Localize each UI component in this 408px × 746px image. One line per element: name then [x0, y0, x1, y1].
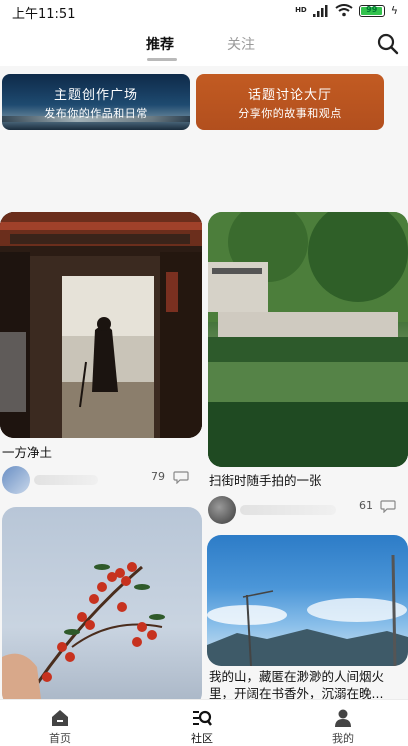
signal-icon	[312, 4, 328, 17]
home-icon	[52, 710, 68, 726]
nav-label: 我的	[332, 732, 354, 745]
nav-community[interactable]: 社区	[162, 700, 242, 746]
community-icon	[193, 710, 212, 726]
wifi-icon	[335, 4, 353, 17]
banner-subtitle: 发布你的作品和日常	[44, 107, 148, 120]
battery-percent: 99	[366, 4, 378, 14]
comment-icon[interactable]	[173, 471, 189, 484]
post-title[interactable]: 一方净土	[2, 444, 52, 461]
top-tab-bar: 推荐 关注	[0, 24, 408, 66]
author-name-blurred	[240, 505, 336, 515]
comment-icon[interactable]	[380, 500, 396, 513]
charging-icon: ϟ	[390, 4, 398, 17]
post-feed[interactable]: 一方净土 79 扫街时随手拍的一张 61 我的山，藏匿在渺渺的人间烟火里，开阔在…	[0, 206, 408, 699]
post-image-canal[interactable]	[208, 212, 408, 467]
status-time: 上午11:51	[12, 7, 76, 22]
like-count: 61	[359, 499, 373, 512]
battery-icon: 99	[358, 4, 385, 17]
active-tab-indicator	[147, 58, 177, 61]
temple-doorway-photo	[0, 212, 202, 438]
tab-follow[interactable]: 关注	[227, 34, 255, 54]
user-icon	[335, 709, 351, 727]
post-title[interactable]: 扫街时随手拍的一张	[209, 472, 322, 489]
banner-title: 话题讨论大厅	[247, 88, 332, 103]
banner-section: 主题创作广场 发布你的作品和日常 话题讨论大厅 分享你的故事和观点	[0, 66, 408, 206]
avatar[interactable]	[2, 466, 30, 494]
author-name-blurred	[34, 475, 98, 485]
post-title[interactable]: 我的山，藏匿在渺渺的人间烟火里，开阔在书香外，沉溺在晚...	[209, 668, 407, 699]
nav-label: 首页	[49, 732, 71, 745]
bottom-nav: 首页 社区 我的	[0, 699, 408, 746]
nav-mine[interactable]: 我的	[303, 700, 383, 746]
mountain-sky-photo	[207, 554, 408, 666]
status-bar: 上午11:51 HD 99 ϟ	[0, 0, 408, 24]
post-image-berries[interactable]	[2, 507, 202, 699]
banner-subtitle: 分享你的故事和观点	[238, 107, 342, 120]
red-berries-photo	[2, 562, 165, 699]
like-count: 79	[151, 470, 165, 483]
status-icons: HD 99 ϟ	[295, 4, 398, 17]
post-image-mountain[interactable]	[207, 535, 408, 666]
search-icon[interactable]	[376, 32, 400, 56]
canal-town-photo	[208, 212, 408, 467]
creation-square-banner[interactable]: 主题创作广场 发布你的作品和日常	[2, 74, 190, 130]
nav-home[interactable]: 首页	[20, 700, 100, 746]
nav-label: 社区	[191, 732, 213, 745]
post-image-temple[interactable]	[0, 212, 202, 438]
tab-recommend[interactable]: 推荐	[146, 34, 174, 54]
banner-title: 主题创作广场	[53, 88, 138, 103]
topic-hall-banner[interactable]: 话题讨论大厅 分享你的故事和观点	[196, 74, 384, 130]
avatar[interactable]	[208, 496, 236, 524]
network-badge: HD	[295, 6, 307, 14]
